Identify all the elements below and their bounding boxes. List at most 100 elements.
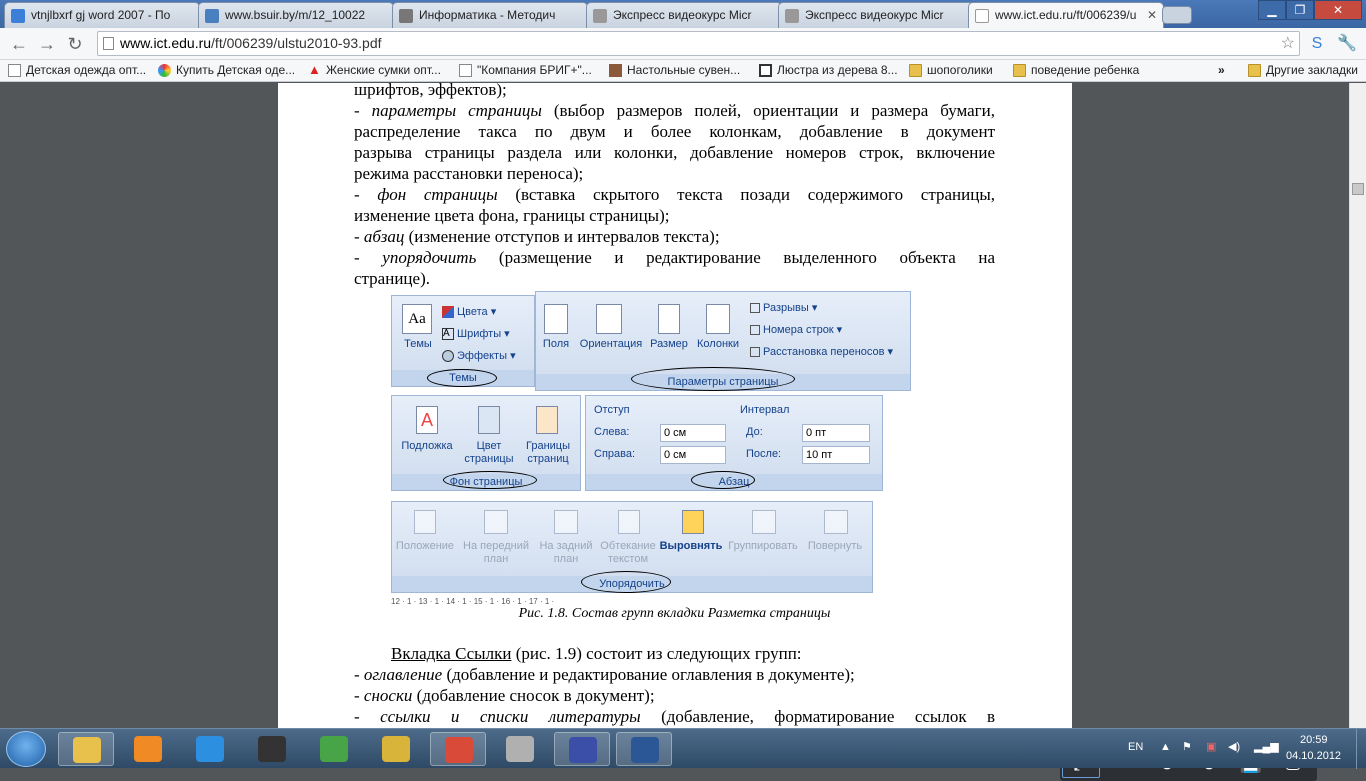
line-numbers-button[interactable]: Номера строк ▾	[750, 324, 842, 337]
close-tab-icon[interactable]: ✕	[1147, 8, 1157, 22]
file-explorer-icon	[73, 737, 101, 763]
bookmark-star-icon[interactable]: ☆	[1281, 32, 1295, 55]
browser-tab[interactable]: Информатика - Методич	[392, 2, 588, 28]
flag-icon[interactable]: ⚑	[1182, 740, 1192, 753]
forward-button[interactable]: →	[36, 34, 58, 54]
text-line: - абзац (изменение отступов и интервалов…	[354, 227, 720, 246]
highlight-oval	[443, 471, 537, 489]
browser-tab[interactable]: Экспресс видеокурс Micr	[586, 2, 782, 28]
spacing-after-input[interactable]: 10 пт	[802, 446, 870, 464]
bookmark-item[interactable]: ▲ Женские сумки опт...	[308, 62, 441, 77]
chrome-icon	[445, 737, 473, 763]
group-objects-icon	[752, 510, 776, 534]
bookmark-folder[interactable]: шопоголики	[909, 63, 993, 77]
colors-button[interactable]: Цвета ▾	[442, 306, 496, 319]
taskbar-app[interactable]	[58, 732, 114, 766]
size-button[interactable]: Размер	[648, 338, 690, 351]
position-icon	[414, 510, 436, 534]
indent-right-input[interactable]: 0 см	[660, 446, 726, 464]
skype-extension-icon[interactable]: S	[1306, 34, 1328, 54]
taskbar-app[interactable]	[368, 732, 424, 766]
minimize-button[interactable]: ▁	[1258, 0, 1286, 20]
back-button[interactable]: ←	[8, 34, 30, 54]
text-line: изменение цвета фона, границы страницы);	[354, 206, 670, 225]
show-desktop-button[interactable]	[1356, 729, 1366, 769]
spacing-before-label: До:	[746, 426, 763, 438]
size-icon	[658, 304, 680, 334]
taskbar-app[interactable]	[554, 732, 610, 766]
columns-button[interactable]: Колонки	[694, 338, 742, 351]
indent-left-input[interactable]: 0 см	[660, 424, 726, 442]
taskbar-app[interactable]	[182, 732, 238, 766]
network-icon[interactable]: ▣	[1206, 740, 1216, 753]
reload-button[interactable]: ↻	[64, 34, 86, 54]
orientation-icon	[596, 304, 622, 334]
bookmark-item[interactable]: Настольные сувен...	[609, 63, 740, 77]
browser-tab-active[interactable]: www.ict.edu.ru/ft/006239/u ✕	[968, 2, 1164, 29]
spacing-after-label: После:	[746, 448, 782, 460]
clock-date[interactable]: 04.10.2012	[1286, 750, 1341, 762]
taskbar-app[interactable]	[616, 732, 672, 766]
signal-icon[interactable]: ▂▄▆	[1254, 740, 1279, 753]
text-wrap-button[interactable]: Обтекание текстом	[596, 540, 660, 566]
close-window-button[interactable]: ✕	[1314, 0, 1362, 20]
effects-button[interactable]: Эффекты ▾	[442, 350, 516, 363]
language-indicator[interactable]: EN	[1128, 741, 1143, 753]
themes-button[interactable]: Темы	[396, 338, 440, 351]
bookmark-item[interactable]: Люстра из дерева 8...	[759, 63, 898, 77]
fonts-button[interactable]: A Шрифты ▾	[442, 328, 510, 341]
taskbar-app[interactable]	[430, 732, 486, 766]
bring-forward-icon	[484, 510, 508, 534]
scrollbar-thumb[interactable]	[1352, 183, 1364, 195]
bookmark-item[interactable]: "Компания БРИГ+"...	[459, 63, 592, 77]
volume-icon[interactable]: ◀)	[1228, 740, 1240, 753]
taskbar-app[interactable]	[120, 732, 176, 766]
browser-toolbar: ← → ↻ www.ict.edu.ru/ft/006239/ulstu2010…	[0, 28, 1366, 60]
breaks-button[interactable]: Разрывы ▾	[750, 302, 817, 315]
browser-tab[interactable]: www.bsuir.by/m/12_10022	[198, 2, 394, 28]
page-favicon-icon	[399, 9, 413, 23]
browser-tab[interactable]: Экспресс видеокурс Micr	[778, 2, 974, 28]
orientation-button[interactable]: Ориентация	[576, 338, 646, 351]
maximize-button[interactable]: ❐	[1286, 0, 1314, 20]
address-bar[interactable]: www.ict.edu.ru/ft/006239/ulstu2010-93.pd…	[97, 31, 1300, 56]
tab-title: vtnjlbxrf gj word 2007 - По	[31, 8, 171, 22]
pdf-viewer: шрифтов, эффектов); - параметры страницы …	[0, 80, 1366, 781]
show-hidden-icons-icon[interactable]: ▲	[1160, 741, 1171, 753]
menu-wrench-icon[interactable]: 🔧	[1336, 34, 1358, 54]
hyphenation-button[interactable]: Расстановка переносов ▾	[750, 346, 893, 359]
rotate-button[interactable]: Повернуть	[802, 540, 868, 553]
page-color-button[interactable]: Цвет страницы	[458, 440, 520, 466]
other-bookmarks-folder[interactable]: Другие закладки	[1248, 63, 1358, 77]
clock-time[interactable]: 20:59	[1300, 734, 1328, 746]
taskbar-app[interactable]	[306, 732, 362, 766]
bookmark-item[interactable]: Детская одежда опт...	[8, 63, 146, 77]
vertical-scrollbar[interactable]	[1349, 83, 1366, 728]
group-objects-button[interactable]: Группировать	[724, 540, 802, 553]
browser-tab[interactable]: vtnjlbxrf gj word 2007 - По	[4, 2, 200, 28]
start-button[interactable]	[6, 731, 46, 767]
rotate-icon	[824, 510, 848, 534]
margins-button[interactable]: Поля	[538, 338, 574, 351]
position-button[interactable]: Положение	[392, 540, 458, 553]
new-tab-button[interactable]	[1162, 6, 1192, 24]
folder-icon	[1013, 64, 1026, 77]
spacing-before-input[interactable]: 0 пт	[802, 424, 870, 442]
line-numbers-icon	[750, 325, 760, 336]
watermark-button[interactable]: Подложка	[394, 440, 460, 453]
bookmark-folder[interactable]: поведение ребенка	[1013, 63, 1139, 77]
page-borders-button[interactable]: Границы страниц	[520, 440, 576, 466]
taskbar-app[interactable]	[492, 732, 548, 766]
folder-icon	[1248, 64, 1261, 77]
bookmark-item[interactable]: Купить Детская оде...	[158, 63, 295, 77]
highlight-oval	[631, 367, 795, 391]
bookmarks-overflow-button[interactable]: »	[1218, 63, 1225, 77]
taskbar-app[interactable]	[244, 732, 300, 766]
tab-title: www.ict.edu.ru/ft/006239/u	[995, 8, 1137, 22]
send-backward-button[interactable]: На задний план	[534, 540, 598, 566]
bring-forward-button[interactable]: На передний план	[458, 540, 534, 566]
effects-icon	[442, 350, 454, 363]
utorrent-icon	[320, 736, 348, 762]
text-line: - оглавление (добавление и редактировани…	[354, 665, 855, 684]
align-button[interactable]: Выровнять	[658, 540, 724, 553]
